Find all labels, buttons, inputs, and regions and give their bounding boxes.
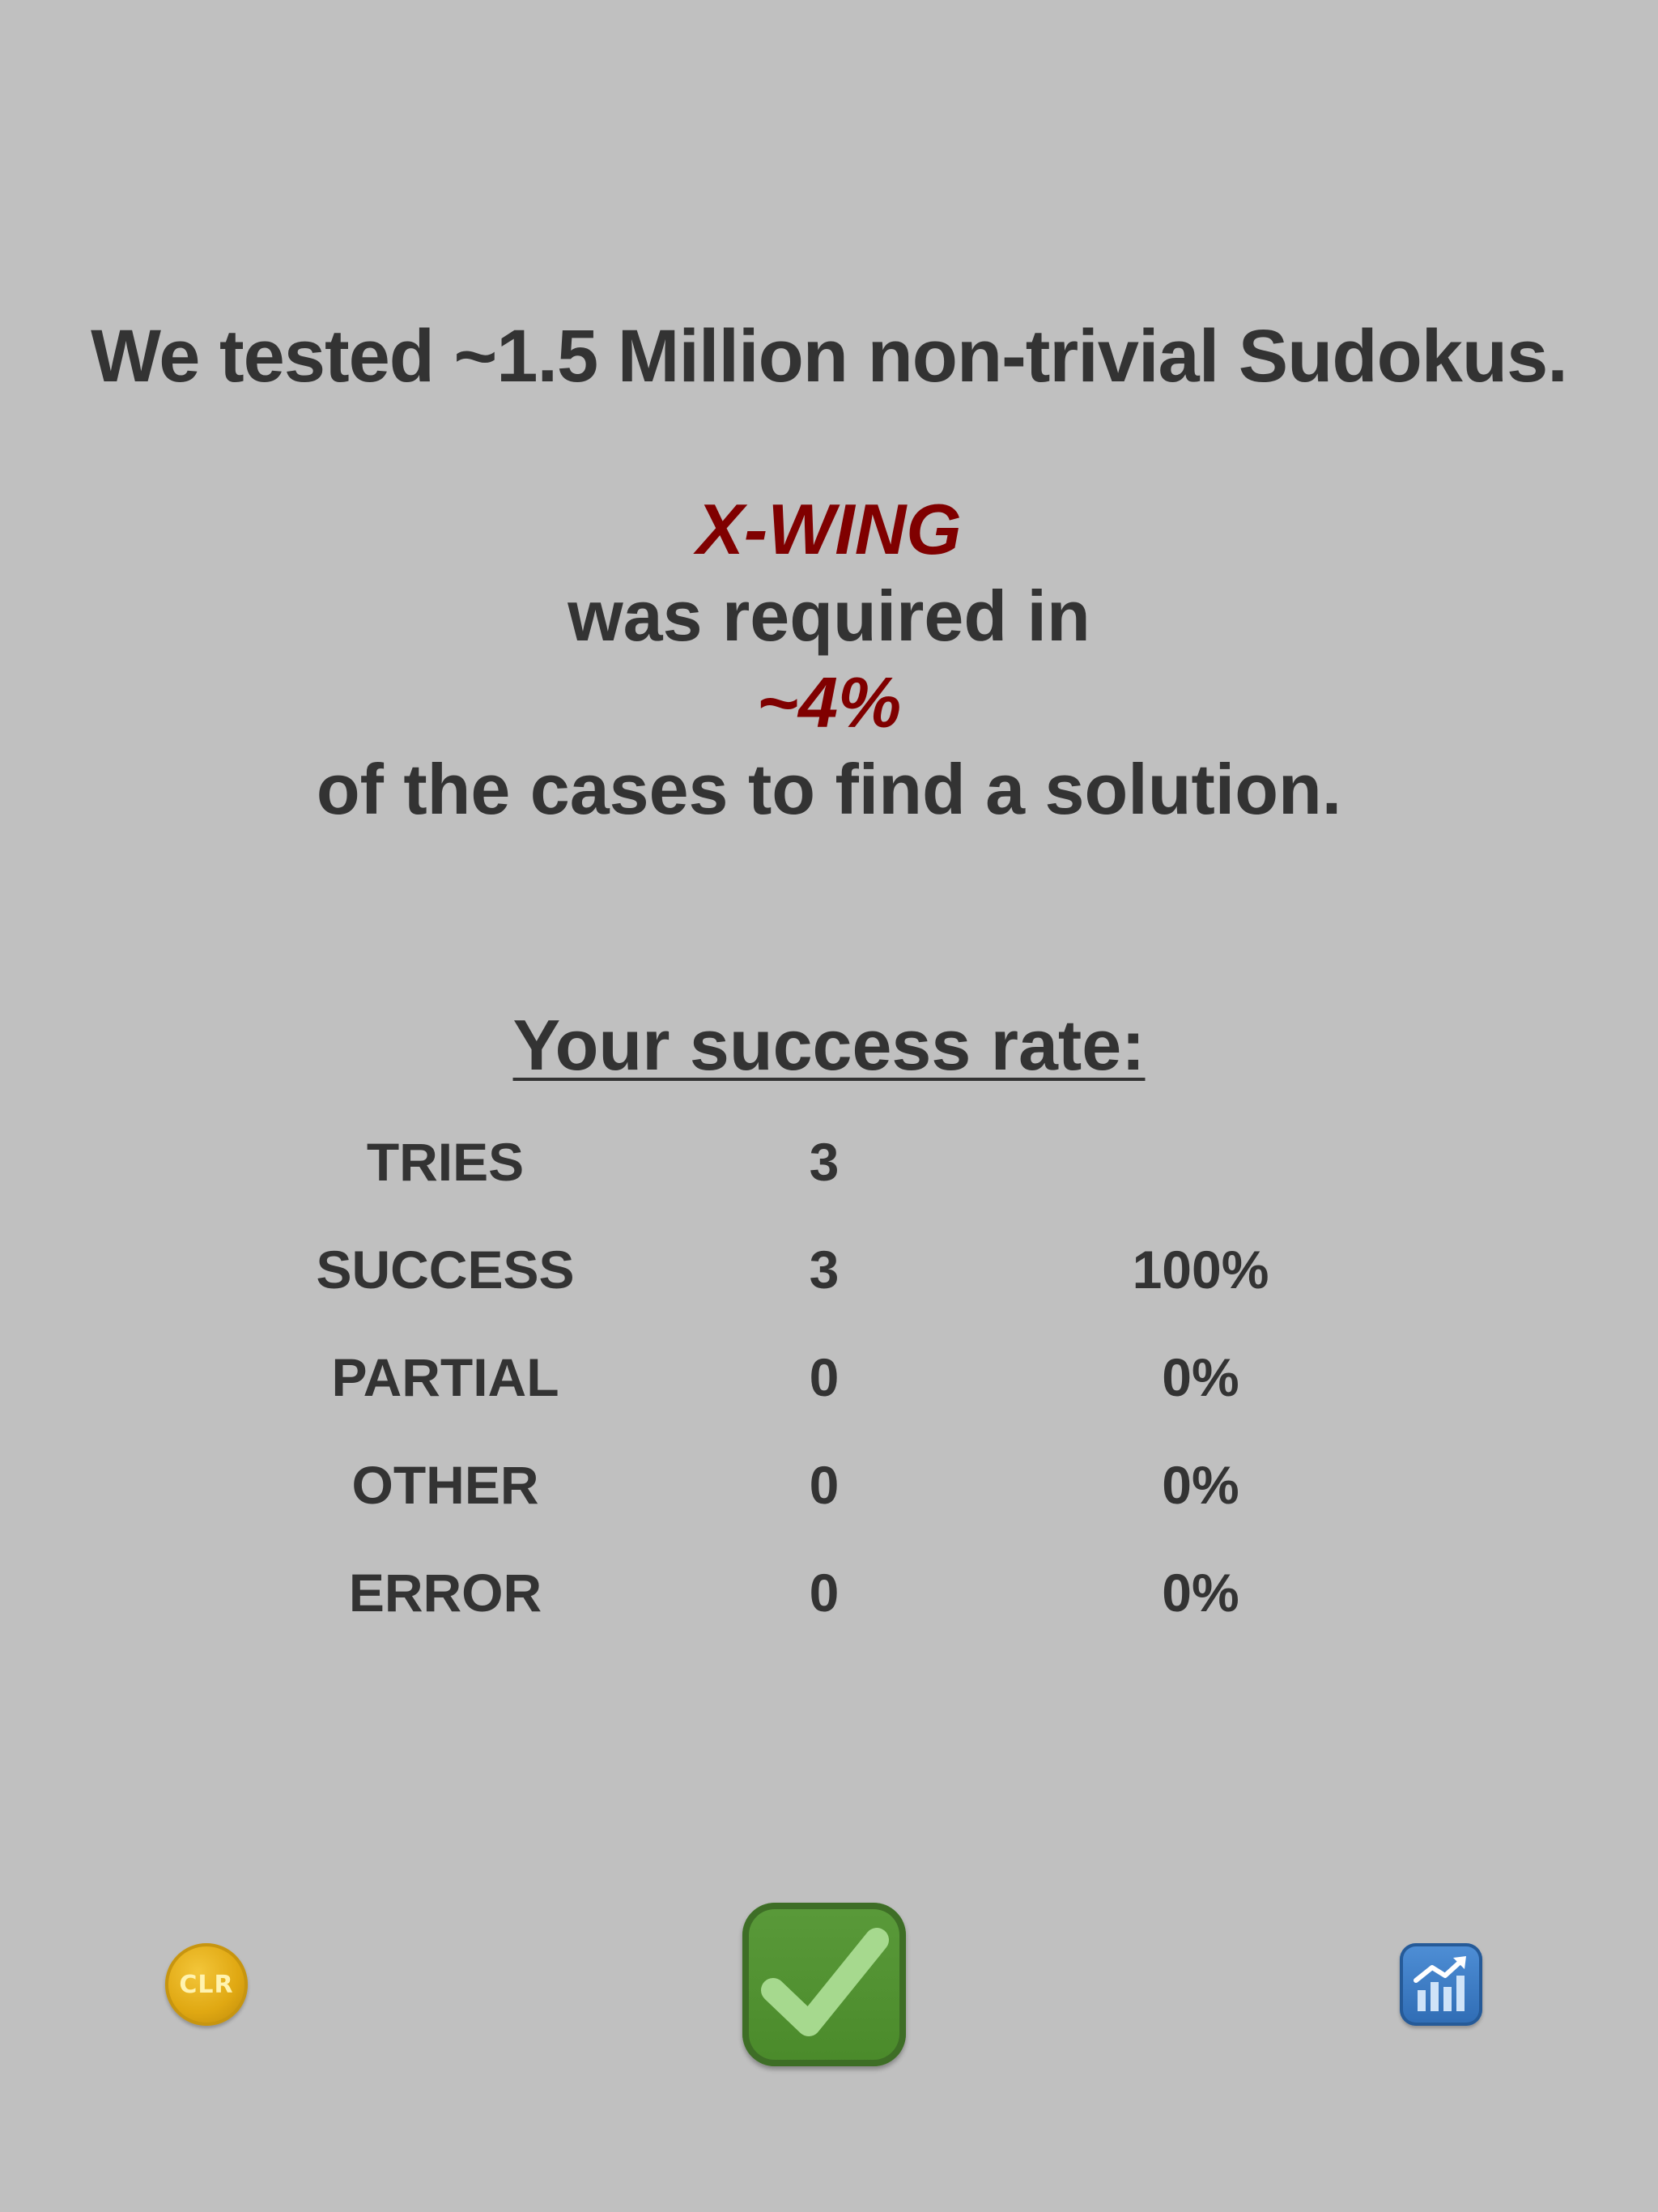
stats-row-partial: PARTIAL 0 0% — [0, 1333, 1658, 1440]
stats-count: 3 — [809, 1240, 840, 1300]
technique-stat: X-WING was required in ~4% of the cases … — [0, 486, 1658, 832]
stats-count: 0 — [809, 1347, 840, 1407]
clear-stats-button[interactable]: CLR — [165, 1943, 248, 2026]
outro-text: of the cases to find a solution. — [316, 749, 1342, 829]
stats-count: 3 — [809, 1132, 840, 1192]
stats-label: ERROR — [348, 1563, 542, 1623]
stats-label: OTHER — [351, 1455, 539, 1515]
stats-percent: 0% — [1162, 1455, 1239, 1515]
stats-row-error: ERROR 0 0% — [0, 1548, 1658, 1656]
stats-count: 0 — [809, 1455, 840, 1515]
confirm-button[interactable] — [742, 1903, 906, 2066]
stats-percent: 100% — [1132, 1240, 1269, 1300]
was-required-text: was required in — [568, 576, 1090, 656]
technique-name: X-WING — [696, 489, 962, 569]
statistics-button[interactable] — [1400, 1943, 1482, 2026]
checkmark-icon — [761, 1928, 889, 2036]
stats-row-other: OTHER 0 0% — [0, 1440, 1658, 1548]
stats-label: PARTIAL — [331, 1347, 559, 1407]
success-rate-title-text: Your success rate: — [512, 1005, 1146, 1085]
stats-row-success: SUCCESS 3 100% — [0, 1225, 1658, 1333]
success-stats-table: TRIES 3 SUCCESS 3 100% PARTIAL 0 0% OTHE… — [0, 1117, 1658, 1656]
stats-label: SUCCESS — [316, 1240, 575, 1300]
technique-percent: ~4% — [756, 662, 902, 742]
clear-button-label: CLR — [179, 1970, 234, 1999]
stats-percent: 0% — [1162, 1563, 1239, 1623]
success-rate-title: Your success rate: — [0, 1001, 1658, 1090]
stats-label: TRIES — [366, 1132, 525, 1192]
stats-percent: 0% — [1162, 1347, 1239, 1407]
stats-count: 0 — [809, 1563, 840, 1623]
intro-headline: We tested ~1.5 Million non-trivial Sudok… — [91, 315, 1568, 398]
bar-chart-icon — [1414, 1956, 1466, 2011]
stats-row-tries: TRIES 3 — [0, 1117, 1658, 1225]
